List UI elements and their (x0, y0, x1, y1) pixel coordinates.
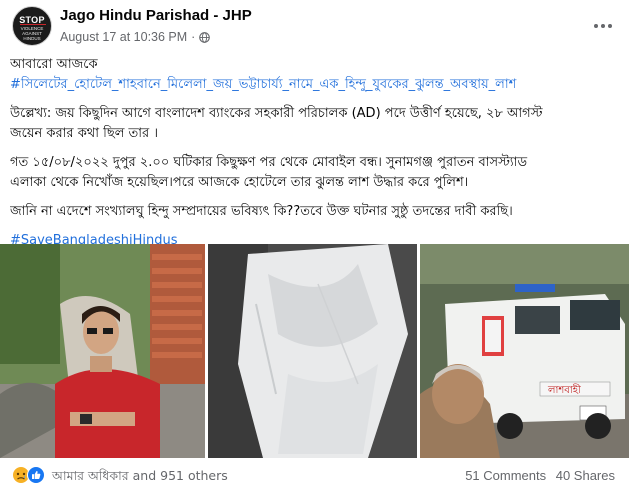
globe-icon (199, 31, 211, 43)
meta-separator: · (191, 30, 196, 44)
portrait-image (0, 244, 205, 458)
reactions-summary[interactable]: আমার অধিকার and 951 others (52, 468, 228, 488)
more-dots-icon (594, 24, 612, 28)
post-header: STOP VIOLENCE AGAINST HINDUS Jago Hindu … (0, 0, 629, 56)
comments-count-link[interactable]: 51 Comments (465, 468, 546, 483)
photo-white-sheet[interactable] (208, 244, 417, 458)
text-para2-line1: উল্লেখ্য: জয় কিছুদিন আগে বাংলাদেশ ব্যাং… (10, 106, 543, 121)
reactions-bar: আমার অধিকার and 951 others 51 Comments 4… (0, 458, 629, 494)
hashtag-main-link[interactable]: #সিলেটের_হোটেল_শাহবানে_মিলেলা_জয়_ভট্টাচ… (10, 75, 622, 95)
post-meta: August 17 at 10:36 PM · (60, 30, 211, 44)
ambulance-label: লাশবাহী (547, 383, 581, 396)
photo-man-portrait[interactable] (0, 244, 205, 458)
photo-ambulance[interactable]: লাশবাহী (420, 244, 629, 458)
post-timestamp[interactable]: August 17 at 10:36 PM (60, 30, 187, 44)
text-para4: জানি না এদেশে সংখ্যালঘু হিন্দু সম্প্রদায… (10, 204, 513, 219)
ambulance-image: লাশবাহী (420, 244, 629, 458)
page-name-link[interactable]: Jago Hindu Parishad - JHP (60, 7, 252, 24)
shares-count-link[interactable]: 40 Shares (556, 468, 615, 483)
avatar-divider (20, 24, 46, 25)
text-para2-line2: জয়েন করার কথা ছিল তার । (10, 126, 158, 141)
more-options-button[interactable] (589, 12, 617, 40)
post-text: আবারো আজকে #সিলেটের_হোটেল_শাহবানে_মিলেলা… (10, 55, 622, 251)
text-para3-line2: এলাকা থেকে নিখোঁজ হয়েছিল।পরে আজকে হোটেল… (10, 175, 469, 190)
text-para3-line1: গত ১৫/০৮/২০২২ দুপুর ২.০০ ঘটিকার কিছুক্ষণ… (10, 155, 528, 170)
text-line-intro: আবারো আজকে (10, 57, 98, 72)
engagement-counts: 51 Comments 40 Shares (459, 468, 615, 483)
avatar-subtitle: VIOLENCE AGAINST HINDUS (20, 26, 44, 41)
photo-grid: লাশবাহী (0, 244, 629, 458)
page-avatar[interactable]: STOP VIOLENCE AGAINST HINDUS (12, 6, 52, 46)
like-reaction-icon[interactable] (27, 466, 45, 484)
sheet-image (208, 244, 417, 458)
